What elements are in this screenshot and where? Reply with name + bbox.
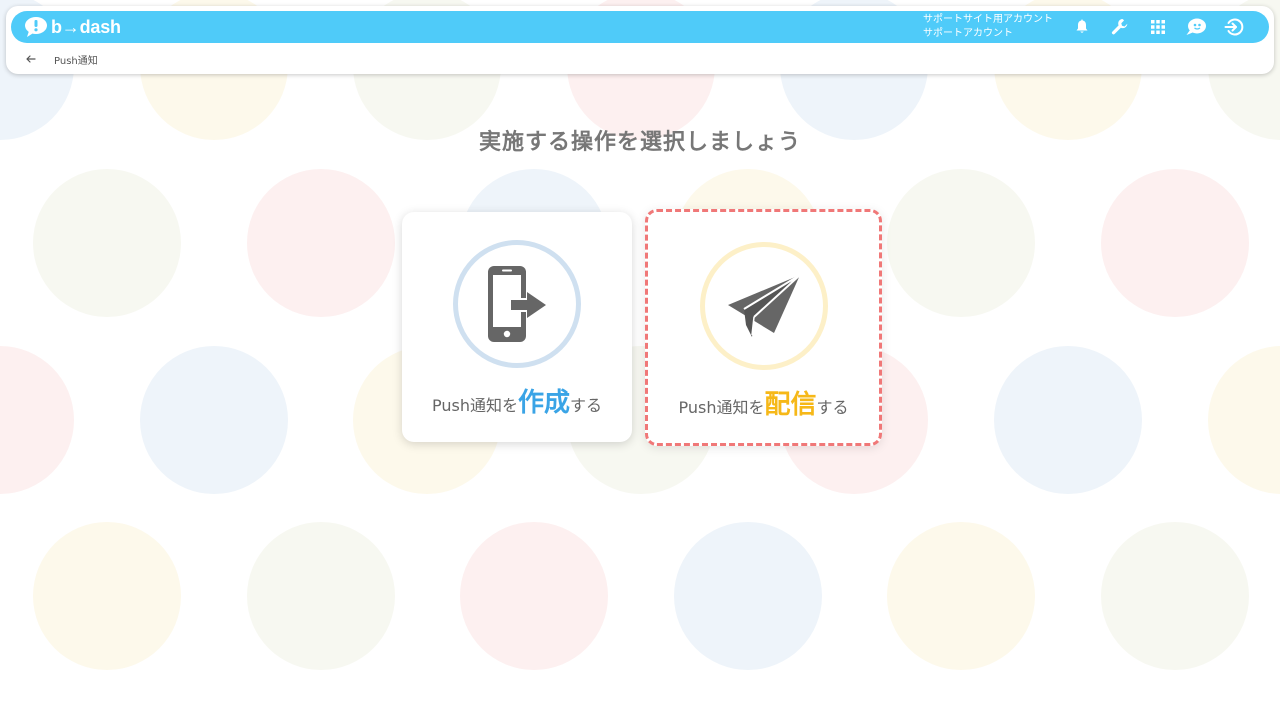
breadcrumb: Push通知 [22, 50, 98, 68]
account-info[interactable]: サポートサイト用アカウント サポートアカウント [923, 13, 1053, 41]
create-label-suffix: する [570, 396, 603, 415]
paper-plane-icon [728, 274, 801, 337]
create-push-label: Push通知を作成する [402, 382, 632, 419]
logout-icon[interactable] [1222, 15, 1246, 39]
phone-export-icon [488, 266, 546, 342]
deliver-label-prefix: Push通知を [678, 398, 765, 417]
create-push-card[interactable]: Push通知を作成する [402, 212, 632, 442]
deliver-label-emphasis: 配信 [764, 390, 817, 420]
bell-icon[interactable] [1070, 15, 1094, 39]
create-label-emphasis: 作成 [517, 388, 570, 418]
polka-dot-background [0, 0, 1280, 720]
breadcrumb-current: Push通知 [54, 55, 98, 67]
arrow-left-icon[interactable] [22, 50, 40, 68]
deliver-icon-ring [700, 242, 828, 370]
top-panel: b→dash サポートサイト用アカウント サポートアカウント Push通知 [6, 6, 1274, 74]
create-icon-ring [453, 240, 581, 368]
deliver-label-suffix: する [816, 398, 849, 417]
deliver-push-label: Push通知を配信する [648, 384, 879, 421]
logo-bubble-icon [25, 17, 47, 37]
logo-text: b→dash [51, 16, 121, 37]
create-label-prefix: Push通知を [431, 396, 518, 415]
grid-icon[interactable] [1146, 15, 1170, 39]
account-line-1: サポートサイト用アカウント [923, 14, 1053, 25]
header-bar: b→dash サポートサイト用アカウント サポートアカウント [11, 11, 1269, 43]
logo[interactable]: b→dash [24, 14, 121, 40]
page-title: 実施する操作を選択しましょう [478, 130, 801, 155]
deliver-push-card[interactable]: Push通知を配信する [645, 209, 882, 446]
wrench-icon[interactable] [1108, 15, 1132, 39]
account-line-2: サポートアカウント [923, 28, 1013, 39]
support-icon[interactable] [1184, 15, 1208, 39]
